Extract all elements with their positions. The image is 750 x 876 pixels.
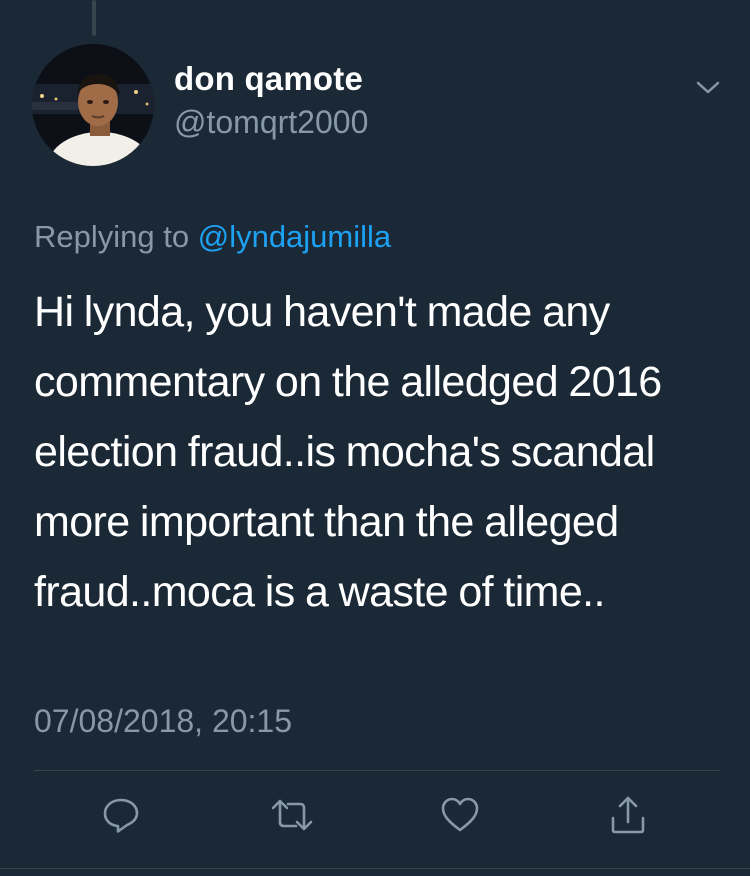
replying-to-label: Replying to: [34, 219, 190, 254]
avatar-photo: [32, 44, 154, 166]
reply-icon: [103, 798, 139, 833]
tweet-options-button[interactable]: [690, 72, 726, 102]
avatar[interactable]: [32, 44, 154, 166]
tweet-text: Hi lynda, you haven't made any commentar…: [34, 288, 662, 616]
tweet-timestamp[interactable]: 07/08/2018, 20:15: [34, 703, 292, 740]
replying-to-mention[interactable]: @lyndajumilla: [198, 219, 391, 254]
replying-to-line: Replying to @lyndajumilla: [34, 219, 391, 255]
divider: [34, 770, 720, 771]
bottom-divider: [0, 868, 750, 869]
reply-button[interactable]: [98, 792, 144, 838]
retweet-icon: [271, 799, 313, 831]
like-icon: [441, 797, 479, 832]
thread-connector-line: [92, 0, 96, 36]
retweet-button[interactable]: [269, 792, 315, 838]
share-icon: [611, 796, 645, 834]
user-handle[interactable]: @tomqrt2000: [174, 104, 368, 141]
share-button[interactable]: [605, 792, 651, 838]
display-name[interactable]: don qamote: [174, 60, 363, 98]
like-button[interactable]: [437, 792, 483, 838]
chevron-down-icon: [696, 81, 720, 94]
